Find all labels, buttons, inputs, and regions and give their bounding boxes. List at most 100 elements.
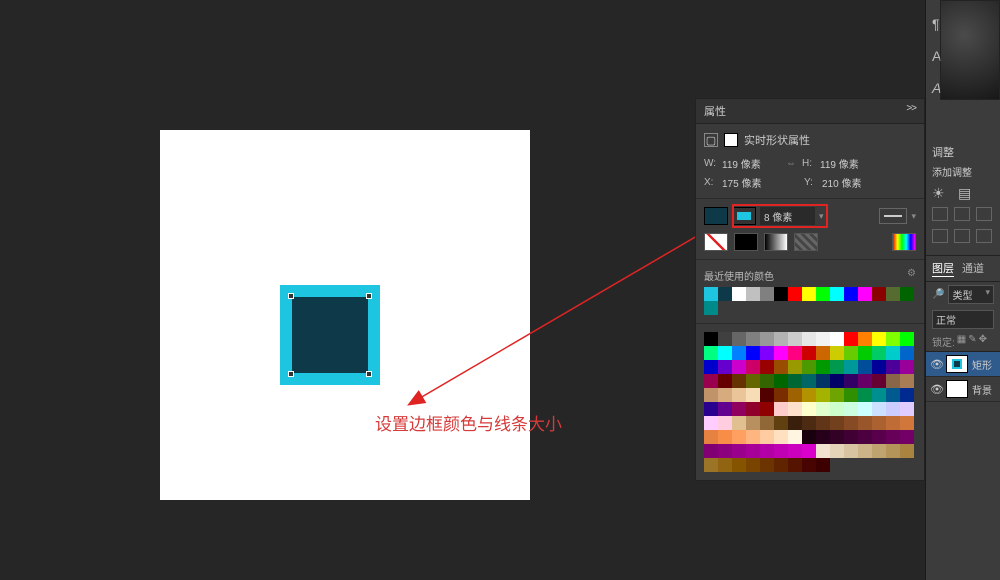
palette-color-swatch[interactable] [900,360,914,374]
gear-icon[interactable]: ⚙ [907,268,916,283]
recent-color-swatch[interactable] [788,287,802,301]
palette-color-swatch[interactable] [760,444,774,458]
palette-color-swatch[interactable] [844,388,858,402]
recent-color-swatch[interactable] [774,287,788,301]
palette-color-swatch[interactable] [732,416,746,430]
palette-color-swatch[interactable] [774,346,788,360]
no-color-swatch[interactable] [704,233,728,251]
recent-color-swatch[interactable] [858,287,872,301]
blend-mode-select[interactable]: 正常 [932,310,994,329]
recent-color-swatch[interactable] [704,301,718,315]
palette-color-swatch[interactable] [886,360,900,374]
palette-color-swatch[interactable] [872,402,886,416]
palette-color-swatch[interactable] [774,374,788,388]
palette-color-swatch[interactable] [872,374,886,388]
palette-color-swatch[interactable] [788,430,802,444]
palette-color-swatch[interactable] [872,388,886,402]
palette-color-swatch[interactable] [802,416,816,430]
palette-color-swatch[interactable] [802,388,816,402]
palette-color-swatch[interactable] [858,402,872,416]
layer-type-select[interactable]: 类型 ▾ [948,285,994,304]
palette-color-swatch[interactable] [802,444,816,458]
palette-color-swatch[interactable] [886,332,900,346]
palette-color-swatch[interactable] [746,444,760,458]
palette-color-swatch[interactable] [760,388,774,402]
palette-color-swatch[interactable] [886,346,900,360]
palette-color-swatch[interactable] [774,388,788,402]
palette-color-swatch[interactable] [844,416,858,430]
palette-color-swatch[interactable] [858,430,872,444]
palette-color-swatch[interactable] [788,332,802,346]
palette-color-swatch[interactable] [746,388,760,402]
palette-color-swatch[interactable] [760,402,774,416]
palette-color-swatch[interactable] [704,346,718,360]
palette-color-swatch[interactable] [886,430,900,444]
recent-color-swatch[interactable] [816,287,830,301]
adjust-icon-5[interactable] [954,229,970,243]
palette-color-swatch[interactable] [858,416,872,430]
palette-color-swatch[interactable] [718,346,732,360]
handle-bottom-right[interactable] [366,371,372,377]
fill-swatch[interactable] [704,207,728,225]
lock-transparent-icon[interactable]: ▦ [957,334,966,349]
palette-color-swatch[interactable] [774,360,788,374]
palette-color-swatch[interactable] [704,374,718,388]
palette-color-swatch[interactable] [760,430,774,444]
adjust-icon-3[interactable] [976,207,992,221]
palette-color-swatch[interactable] [886,416,900,430]
handle-bottom-left[interactable] [288,371,294,377]
adjust-icon-4[interactable] [932,229,948,243]
stroke-width-dropdown-icon[interactable]: ▾ [819,211,824,222]
palette-color-swatch[interactable] [830,332,844,346]
palette-color-swatch[interactable] [718,360,732,374]
palette-color-swatch[interactable] [844,402,858,416]
palette-color-swatch[interactable] [732,402,746,416]
palette-color-swatch[interactable] [830,416,844,430]
palette-color-swatch[interactable] [732,332,746,346]
palette-color-swatch[interactable] [872,332,886,346]
palette-color-swatch[interactable] [704,388,718,402]
palette-color-swatch[interactable] [718,430,732,444]
palette-color-swatch[interactable] [760,332,774,346]
palette-color-swatch[interactable] [718,444,732,458]
palette-color-swatch[interactable] [746,402,760,416]
palette-color-swatch[interactable] [830,374,844,388]
palette-color-swatch[interactable] [788,402,802,416]
palette-color-swatch[interactable] [816,332,830,346]
palette-color-swatch[interactable] [872,416,886,430]
recent-color-swatch[interactable] [718,287,732,301]
palette-color-swatch[interactable] [774,444,788,458]
palette-color-swatch[interactable] [746,458,760,472]
palette-color-swatch[interactable] [886,444,900,458]
palette-color-swatch[interactable] [732,388,746,402]
palette-color-swatch[interactable] [718,388,732,402]
tab-layers[interactable]: 图层 [932,260,954,277]
palette-color-swatch[interactable] [788,360,802,374]
palette-color-swatch[interactable] [900,402,914,416]
palette-color-swatch[interactable] [774,458,788,472]
palette-color-swatch[interactable] [746,360,760,374]
palette-color-swatch[interactable] [886,388,900,402]
layer-filter-icon[interactable]: 🔎 [932,289,944,300]
palette-color-swatch[interactable] [718,416,732,430]
palette-color-swatch[interactable] [760,458,774,472]
palette-color-swatch[interactable] [718,402,732,416]
palette-color-swatch[interactable] [872,360,886,374]
palette-color-swatch[interactable] [746,430,760,444]
palette-color-swatch[interactable] [746,332,760,346]
palette-color-swatch[interactable] [732,430,746,444]
color-picker-icon[interactable] [892,233,916,251]
palette-color-swatch[interactable] [858,332,872,346]
palette-color-swatch[interactable] [732,346,746,360]
layer-row[interactable]: 👁矩形 [926,352,1000,377]
palette-color-swatch[interactable] [788,374,802,388]
palette-color-swatch[interactable] [886,402,900,416]
canvas[interactable] [160,130,530,500]
lock-move-icon[interactable]: ✥ [979,334,987,349]
palette-color-swatch[interactable] [704,444,718,458]
palette-color-swatch[interactable] [760,360,774,374]
palette-color-swatch[interactable] [844,332,858,346]
handle-top-left[interactable] [288,293,294,299]
palette-color-swatch[interactable] [732,374,746,388]
palette-color-swatch[interactable] [704,332,718,346]
